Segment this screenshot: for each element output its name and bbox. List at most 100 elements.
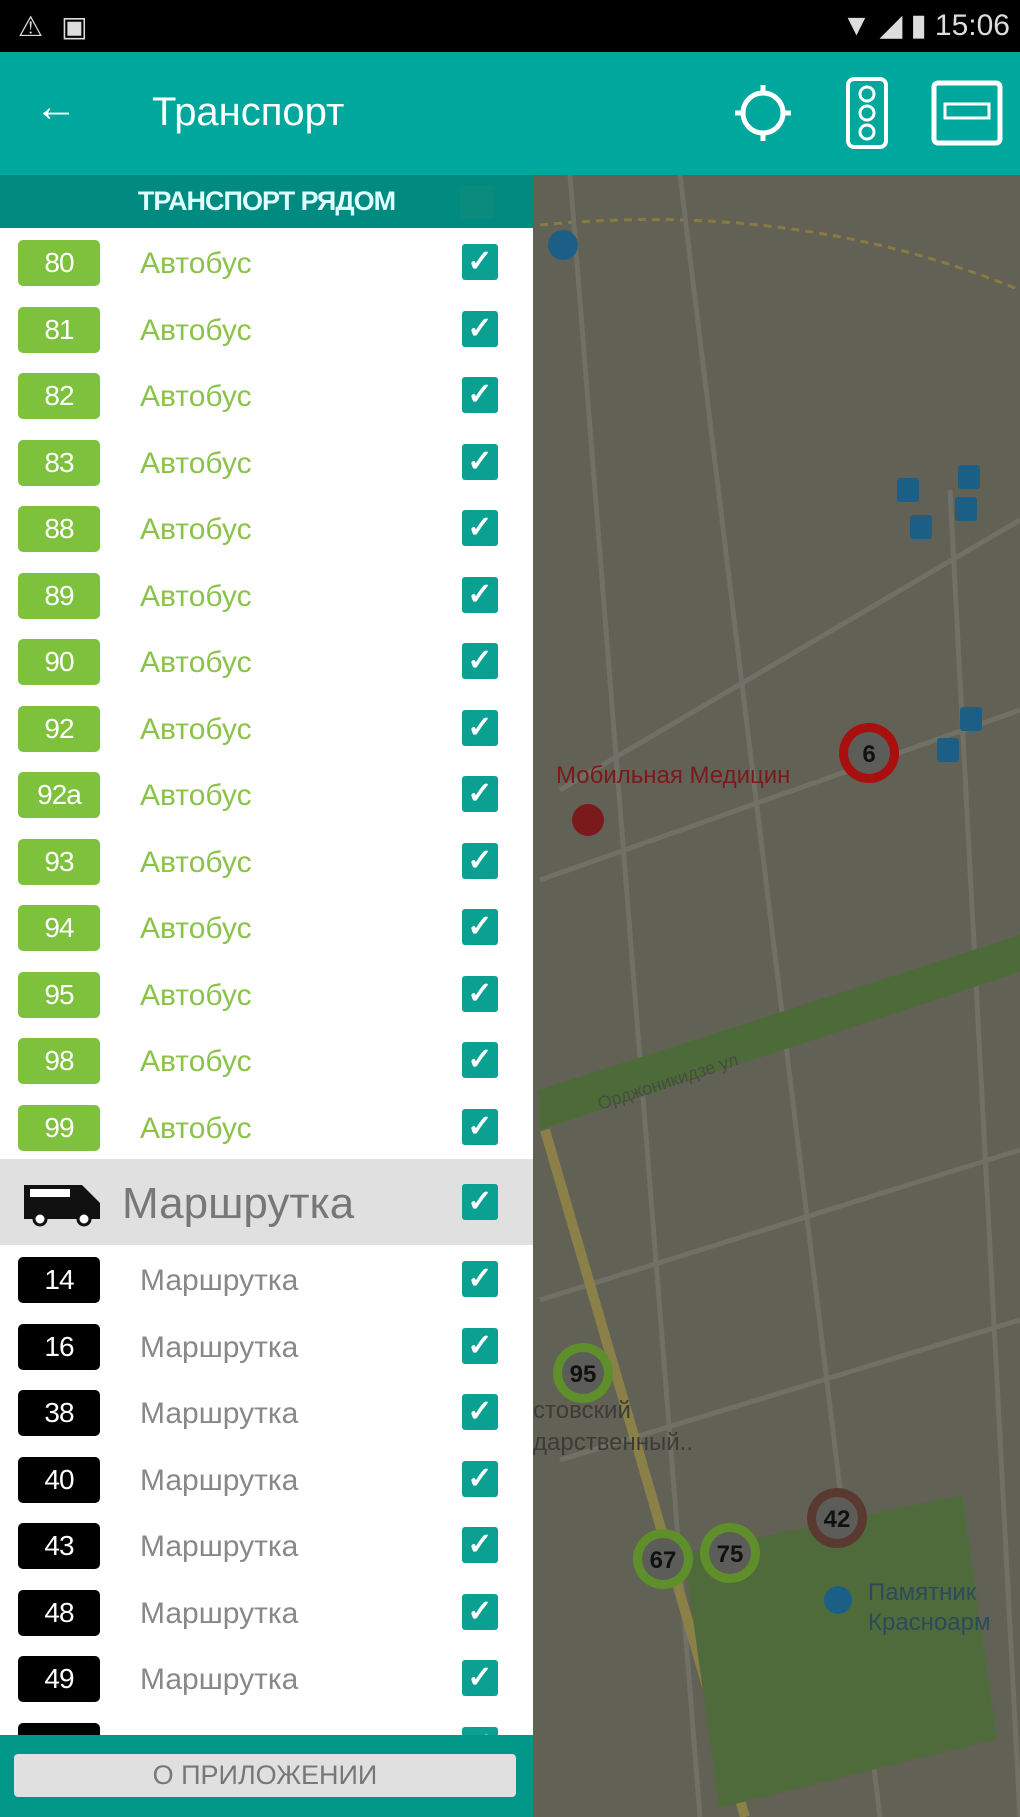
route-row[interactable]: 98 Автобус ✓	[0, 1026, 533, 1093]
check-icon: ✓	[467, 1328, 493, 1362]
route-checkbox[interactable]: ✓	[462, 1327, 498, 1364]
marker-number: 42	[824, 1506, 851, 1533]
locate-icon[interactable]	[728, 78, 798, 148]
route-number-badge: 99	[18, 1104, 100, 1151]
route-number-badge: 92а	[18, 772, 100, 818]
route-type-label: Автобус	[140, 247, 252, 280]
check-icon: ✓	[467, 1262, 493, 1295]
vehicle-marker[interactable]: 95	[553, 1343, 613, 1403]
route-type-label: Автобус	[140, 313, 252, 347]
map-canvas[interactable]: Мобильная Медицин Орджоникидзе ул стовск…	[533, 175, 1020, 1817]
about-button[interactable]: О ПРИЛОЖЕНИИ	[14, 1754, 516, 1797]
route-type-label: Автобус	[140, 712, 252, 746]
route-type-label: Маршрутка	[140, 1530, 299, 1563]
route-type-label: Автобус	[140, 646, 252, 679]
route-type-label: Маршрутка	[140, 1463, 299, 1497]
route-checkbox[interactable]: ✓	[462, 1460, 498, 1497]
route-checkbox[interactable]: ✓	[462, 1108, 498, 1145]
route-row[interactable]: 92а Автобус ✓	[0, 760, 533, 827]
route-checkbox[interactable]: ✓	[462, 1660, 498, 1696]
check-icon: ✓	[467, 710, 493, 744]
route-list[interactable]: 80 Автобус ✓ 81 Автобус ✓ 82 Автобус ✓ 83 Автобус ✓…	[0, 228, 533, 1777]
route-row[interactable]: 40 Маршрутка ✓	[0, 1445, 533, 1512]
route-number-badge: 89	[18, 572, 100, 619]
bus-stop-icon[interactable]	[930, 78, 1004, 148]
route-checkbox[interactable]: ✓	[462, 1261, 498, 1297]
vehicle-marker[interactable]: 6	[839, 723, 899, 783]
route-type-label: Автобус	[140, 912, 252, 945]
route-row[interactable]: 95 Автобус ✓	[0, 960, 533, 1027]
transport-panel: ТРАНСПОРТ РЯДОМ 80 Автобус ✓ 81 Автобус ✓ 82 Ав…	[0, 175, 533, 1817]
group-checkbox[interactable]: ✓	[462, 1184, 498, 1220]
route-row[interactable]: 94 Автобус ✓	[0, 893, 533, 960]
vehicle-marker[interactable]: 42	[807, 1488, 867, 1548]
arrow-left-icon[interactable]: ←	[34, 82, 78, 132]
route-row[interactable]: 16 Маршрутка ✓	[0, 1312, 533, 1379]
route-checkbox[interactable]: ✓	[462, 975, 498, 1012]
route-row[interactable]: 43 Маршрутка ✓	[0, 1511, 533, 1578]
wifi-icon: ▼	[841, 8, 872, 42]
vehicle-marker[interactable]: 75	[700, 1523, 760, 1583]
route-checkbox[interactable]: ✓	[462, 842, 498, 879]
nearby-checkbox[interactable]	[460, 185, 494, 219]
route-checkbox[interactable]: ✓	[462, 909, 498, 945]
check-icon: ✓	[467, 843, 493, 877]
map-label: Памятник	[868, 1579, 977, 1606]
check-icon: ✓	[467, 1461, 493, 1495]
route-row[interactable]: 80 Автобус ✓	[0, 228, 533, 295]
route-row[interactable]: 38 Маршрутка ✓	[0, 1378, 533, 1445]
check-icon: ✓	[467, 777, 493, 810]
route-row[interactable]: 92 Автобус ✓	[0, 694, 533, 761]
medical-poi-icon	[572, 804, 604, 836]
route-checkbox[interactable]: ✓	[462, 709, 498, 746]
route-row[interactable]: 81 Автобус ✓	[0, 295, 533, 362]
route-number-badge: 90	[18, 639, 100, 685]
route-checkbox[interactable]: ✓	[462, 443, 498, 480]
route-type-label: Маршрутка	[140, 1663, 299, 1696]
route-number-badge: 14	[18, 1257, 100, 1303]
route-checkbox[interactable]: ✓	[462, 776, 498, 812]
minibus-group-header[interactable]: Маршрутка ✓	[0, 1159, 533, 1245]
route-row[interactable]: 88 Автобус ✓	[0, 494, 533, 561]
route-type-label: Автобус	[140, 1111, 252, 1145]
route-checkbox[interactable]: ✓	[462, 310, 498, 347]
traffic-light-icon[interactable]	[832, 77, 902, 149]
route-checkbox[interactable]: ✓	[462, 1042, 498, 1078]
check-icon: ✓	[467, 1043, 493, 1076]
check-icon: ✓	[467, 245, 493, 278]
route-number-badge: 81	[18, 306, 100, 353]
route-checkbox[interactable]: ✓	[462, 510, 498, 546]
route-row[interactable]: 82 Автобус ✓	[0, 361, 533, 428]
route-row[interactable]: 93 Автобус ✓	[0, 827, 533, 894]
route-checkbox[interactable]: ✓	[462, 1394, 498, 1430]
route-number-badge: 95	[18, 971, 100, 1018]
map-label: дарственный..	[533, 1429, 693, 1456]
check-icon: ✓	[467, 1395, 493, 1428]
route-number-badge: 38	[18, 1390, 100, 1436]
panel-header: ТРАНСПОРТ РЯДОМ	[0, 175, 533, 228]
marker-number: 75	[717, 1541, 744, 1568]
route-row[interactable]: 49 Маршрутка ✓	[0, 1644, 533, 1711]
vehicle-marker[interactable]: 67	[633, 1529, 693, 1589]
route-checkbox[interactable]: ✓	[462, 643, 498, 679]
clock: 15:06	[934, 8, 1010, 42]
route-row[interactable]: 83 Автобус ✓	[0, 428, 533, 495]
check-icon: ✓	[467, 444, 493, 478]
map-view[interactable]: Мобильная Медицин Орджоникидзе ул стовск…	[533, 175, 1020, 1817]
route-number-badge: 82	[18, 373, 100, 419]
route-checkbox[interactable]: ✓	[462, 377, 498, 413]
check-icon: ✓	[467, 577, 493, 611]
route-row[interactable]: 90 Автобус ✓	[0, 627, 533, 694]
route-checkbox[interactable]: ✓	[462, 244, 498, 280]
marker-number: 67	[650, 1547, 677, 1574]
route-number-badge: 93	[18, 838, 100, 885]
route-checkbox[interactable]: ✓	[462, 1593, 498, 1630]
route-row[interactable]: 14 Маршрутка ✓	[0, 1245, 533, 1312]
route-row[interactable]: 99 Автобус ✓	[0, 1093, 533, 1160]
route-type-label: Автобус	[140, 1045, 252, 1078]
route-row[interactable]: 48 Маршрутка ✓	[0, 1578, 533, 1645]
route-checkbox[interactable]: ✓	[462, 576, 498, 613]
route-checkbox[interactable]: ✓	[462, 1527, 498, 1563]
route-type-label: Автобус	[140, 380, 252, 413]
route-row[interactable]: 89 Автобус ✓	[0, 561, 533, 628]
